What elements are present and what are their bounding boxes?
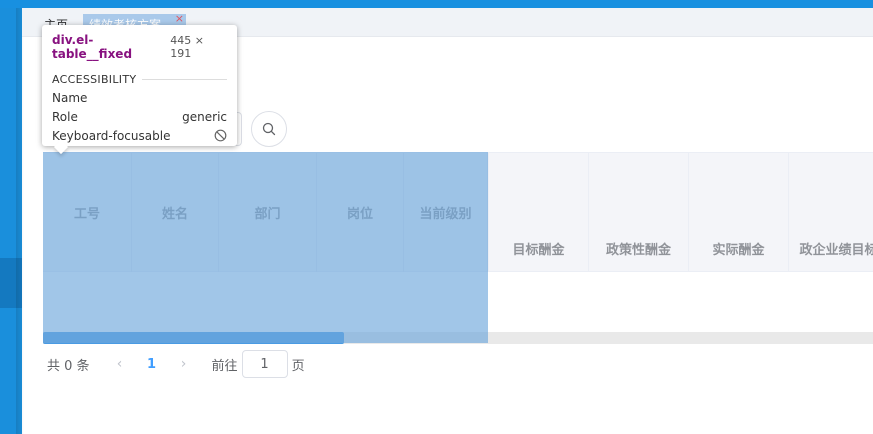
column-header-name[interactable]: 姓名 — [132, 153, 219, 272]
goto-page-input[interactable] — [241, 350, 288, 378]
column-header-target-pay[interactable]: 目标酬金 — [488, 153, 588, 272]
tooltip-row-keyboard-focusable: Keyboard-focusable — [52, 128, 227, 143]
column-header-position[interactable]: 岗位 — [317, 153, 404, 272]
top-bar — [0, 0, 873, 8]
tooltip-selector: div.el-table__fixed — [52, 33, 133, 61]
tooltip-row-value: generic — [182, 109, 227, 124]
column-header-policy-pay[interactable]: 政策性酬金 — [588, 153, 688, 272]
column-header-actual-pay[interactable]: 实际酬金 — [688, 153, 788, 272]
tooltip-row-name: Name — [52, 90, 227, 105]
column-header-enterprise-target[interactable]: 政企业绩目标 — [788, 153, 873, 272]
tooltip-row-role: Role generic — [52, 109, 227, 124]
column-header-level[interactable]: 当前级别 — [404, 153, 488, 272]
tooltip-size: 445 × 191 — [170, 34, 204, 60]
column-header-id[interactable]: 工号 — [43, 153, 132, 272]
not-allowed-icon — [214, 129, 227, 142]
scrollbar-thumb[interactable] — [43, 332, 344, 344]
tooltip-row-label: Name — [52, 90, 88, 105]
column-header-department[interactable]: 部门 — [219, 153, 317, 272]
prev-page-button[interactable]: ‹ — [108, 356, 132, 372]
goto-label: 前往 — [211, 358, 238, 374]
sidebar-shadow — [16, 8, 24, 434]
inspector-tooltip: div.el-table__fixed 445 × 191 ACCESSIBIL… — [42, 25, 237, 146]
divider — [142, 79, 227, 80]
page-number-current[interactable]: 1 — [132, 357, 172, 372]
pagination-total: 共 0 条 — [47, 358, 90, 374]
tooltip-section-label: ACCESSIBILITY — [52, 73, 137, 86]
table-header: 工号 姓名 部门 岗位 当前级别 目标酬金 政策性酬金 实际酬金 政企业绩目标 — [43, 153, 873, 272]
pagination: 共 0 条 ‹ 1 › 前往 页 — [47, 350, 305, 378]
tooltip-section-heading: ACCESSIBILITY — [52, 73, 227, 86]
data-table: 工号 姓名 部门 岗位 当前级别 目标酬金 政策性酬金 实际酬金 政企业绩目标 — [43, 152, 873, 344]
search-icon — [262, 122, 276, 136]
tooltip-row-label: Role — [52, 109, 78, 124]
page-suffix-label: 页 — [291, 358, 305, 374]
tooltip-row-label: Keyboard-focusable — [52, 128, 171, 143]
search-button[interactable] — [251, 111, 287, 147]
next-page-button[interactable]: › — [172, 356, 196, 372]
